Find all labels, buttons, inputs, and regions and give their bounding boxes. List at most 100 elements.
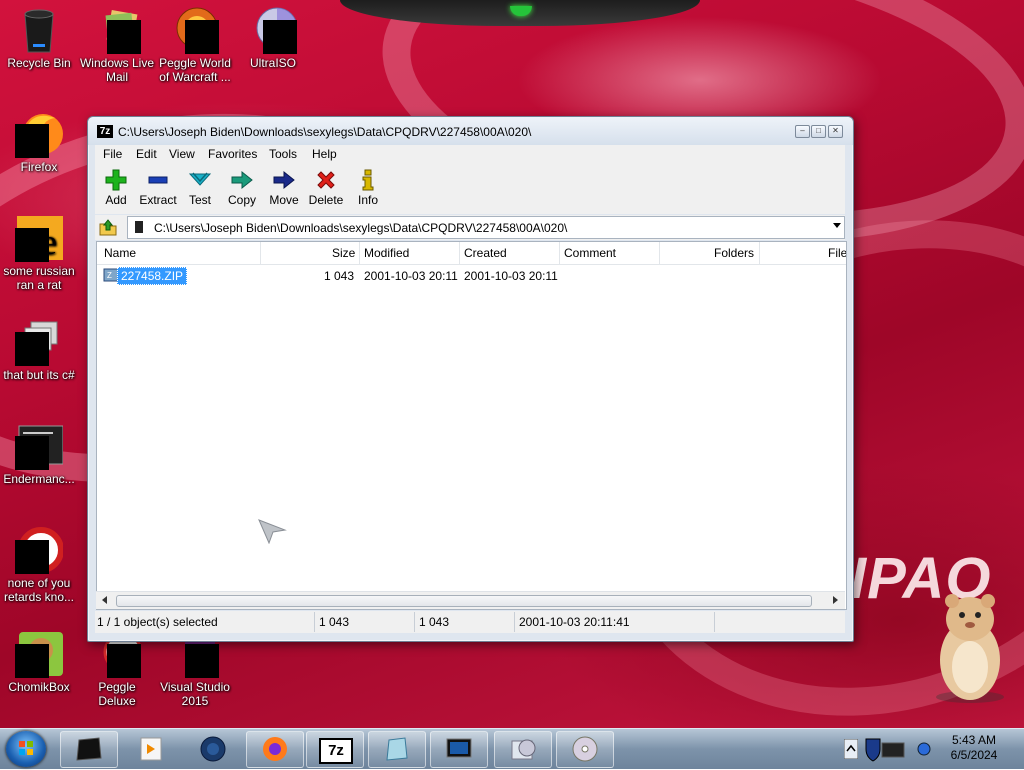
desktop-icon-ultraiso[interactable]: UltraISO: [234, 6, 312, 70]
status-bar: 1 / 1 object(s) selected 1 043 1 043 200…: [95, 611, 845, 633]
desktop-icon-firefox[interactable]: Firefox: [0, 110, 78, 174]
column-header-row: Name Size Modified Created Comment Folde…: [97, 242, 846, 265]
copy-button[interactable]: Copy: [220, 166, 264, 212]
desktop-icon-recycle-bin[interactable]: Recycle Bin: [0, 6, 78, 70]
maximize-button[interactable]: □: [811, 125, 826, 138]
info-label: Info: [357, 193, 378, 207]
disc-icon: [572, 736, 598, 762]
status-divider: [714, 612, 715, 632]
horizontal-scrollbar[interactable]: [96, 591, 845, 609]
desktop-icon-chomikbox[interactable]: ChomikBox: [0, 630, 78, 694]
taskbar-button-monitor[interactable]: [430, 731, 488, 768]
security-shield-icon[interactable]: [862, 735, 906, 763]
show-hidden-icons-icon[interactable]: [844, 739, 858, 759]
column-size[interactable]: Size: [332, 246, 355, 260]
column-comment[interactable]: Comment: [564, 246, 616, 260]
menu-bar: File Edit View Favorites Tools Help: [95, 145, 845, 164]
taskbar-button-dark-window[interactable]: [60, 731, 118, 768]
network-icon[interactable]: [916, 739, 932, 759]
add-icon: [105, 169, 127, 191]
taskbar-button-blue-app[interactable]: [368, 731, 426, 768]
test-icon: [189, 172, 211, 186]
column-name[interactable]: Name: [104, 246, 136, 260]
menu-tools[interactable]: Tools: [269, 147, 297, 161]
hamster-mascot-icon: [936, 594, 1004, 703]
desktop-icon-endermanch[interactable]: Endermanc...: [0, 422, 78, 486]
led-indicator: [510, 6, 532, 16]
minimize-button[interactable]: –: [795, 125, 810, 138]
column-divider: [559, 242, 560, 264]
move-button[interactable]: Move: [262, 166, 306, 212]
taskbar-button-media-center[interactable]: [494, 731, 552, 768]
desktop-icon-that-but-its-csharp[interactable]: that but its c#: [0, 318, 78, 382]
taskbar-button-7zip[interactable]: 7z: [306, 731, 364, 768]
desktop-icon-label: that but its c#: [3, 368, 75, 382]
monitor-icon: [446, 738, 472, 758]
firefox-icon: [263, 737, 287, 761]
taskbar-button-disc[interactable]: [556, 731, 614, 768]
file-size: 1 043: [324, 269, 355, 283]
menu-edit[interactable]: Edit: [136, 147, 157, 161]
start-button[interactable]: [6, 731, 46, 767]
mouse-pointer-icon: [258, 519, 287, 544]
column-divider: [260, 242, 261, 264]
desktop-icon-none-of-you[interactable]: none of you retards kno...: [0, 526, 78, 604]
menu-help[interactable]: Help: [312, 147, 337, 161]
status-divider: [314, 612, 315, 632]
column-folders[interactable]: Folders: [714, 246, 754, 260]
add-label: Add: [105, 193, 127, 207]
column-divider: [759, 242, 760, 264]
menu-favorites[interactable]: Favorites: [208, 147, 257, 161]
info-button[interactable]: Info: [346, 166, 390, 212]
7zip-icon: 7z: [319, 738, 353, 764]
extract-icon: [148, 176, 168, 184]
system-clock[interactable]: 5:43 AM 6/5/2024: [942, 733, 1006, 763]
7zip-window: 7z C:\Users\Joseph Biden\Downloads\sexyl…: [87, 116, 854, 642]
clock-time: 5:43 AM: [951, 733, 997, 747]
delete-label: Delete: [308, 193, 344, 207]
address-input[interactable]: C:\Users\Joseph Biden\Downloads\sexylegs…: [127, 216, 845, 239]
extract-label: Extract: [139, 193, 177, 207]
desktop-icon-label: some russian ran a rat: [3, 264, 75, 292]
file-list[interactable]: Name Size Modified Created Comment Folde…: [96, 241, 847, 610]
column-divider: [459, 242, 460, 264]
column-files[interactable]: File: [828, 246, 846, 260]
column-divider: [359, 242, 360, 264]
column-modified[interactable]: Modified: [364, 246, 409, 260]
menu-view[interactable]: View: [169, 147, 195, 161]
media-center-icon: [511, 739, 536, 760]
delete-button[interactable]: Delete: [304, 166, 348, 212]
svg-text:Z: Z: [107, 271, 112, 280]
media-player-icon: [140, 737, 162, 761]
scroll-left-icon[interactable]: [102, 596, 107, 604]
file-created: 2001-10-03 20:11: [464, 269, 558, 283]
desktop-background: IPAQ Recycle Bin Windows Live Mail Peggl…: [0, 0, 1024, 728]
menu-file[interactable]: File: [103, 147, 122, 161]
table-row[interactable]: Z 227458.ZIP 1 043 2001-10-03 20:11 2001…: [97, 266, 846, 285]
taskbar-button-globe[interactable]: [184, 731, 242, 768]
desktop-icon-windows-live-mail[interactable]: Windows Live Mail: [78, 6, 156, 84]
column-created[interactable]: Created: [464, 246, 507, 260]
test-label: Test: [188, 193, 211, 207]
copy-label: Copy: [227, 193, 256, 207]
7zip-app-icon[interactable]: 7z: [97, 125, 113, 138]
up-folder-icon[interactable]: [98, 218, 118, 236]
scrollbar-thumb[interactable]: [116, 595, 812, 607]
taskbar-button-media-player[interactable]: [122, 731, 180, 768]
scroll-right-icon[interactable]: [833, 596, 838, 604]
chevron-down-icon[interactable]: [833, 223, 841, 228]
taskbar-button-firefox[interactable]: [246, 731, 304, 768]
file-name[interactable]: 227458.ZIP: [117, 267, 188, 285]
status-divider: [414, 612, 415, 632]
test-button[interactable]: Test: [178, 166, 222, 212]
close-button[interactable]: ✕: [828, 125, 843, 138]
desktop-icon-label: Peggle Deluxe: [98, 680, 136, 708]
desktop-icon-russian-rat[interactable]: e some russian ran a rat: [0, 214, 78, 292]
desktop-icon-peggle-wow[interactable]: Peggle World of Warcraft ...: [156, 6, 234, 84]
add-button[interactable]: Add: [94, 166, 138, 212]
column-divider: [659, 242, 660, 264]
status-size: 1 043: [319, 615, 350, 629]
extract-button[interactable]: Extract: [136, 166, 180, 212]
window-titlebar[interactable]: 7z C:\Users\Joseph Biden\Downloads\sexyl…: [88, 117, 853, 145]
status-divider: [514, 612, 515, 632]
